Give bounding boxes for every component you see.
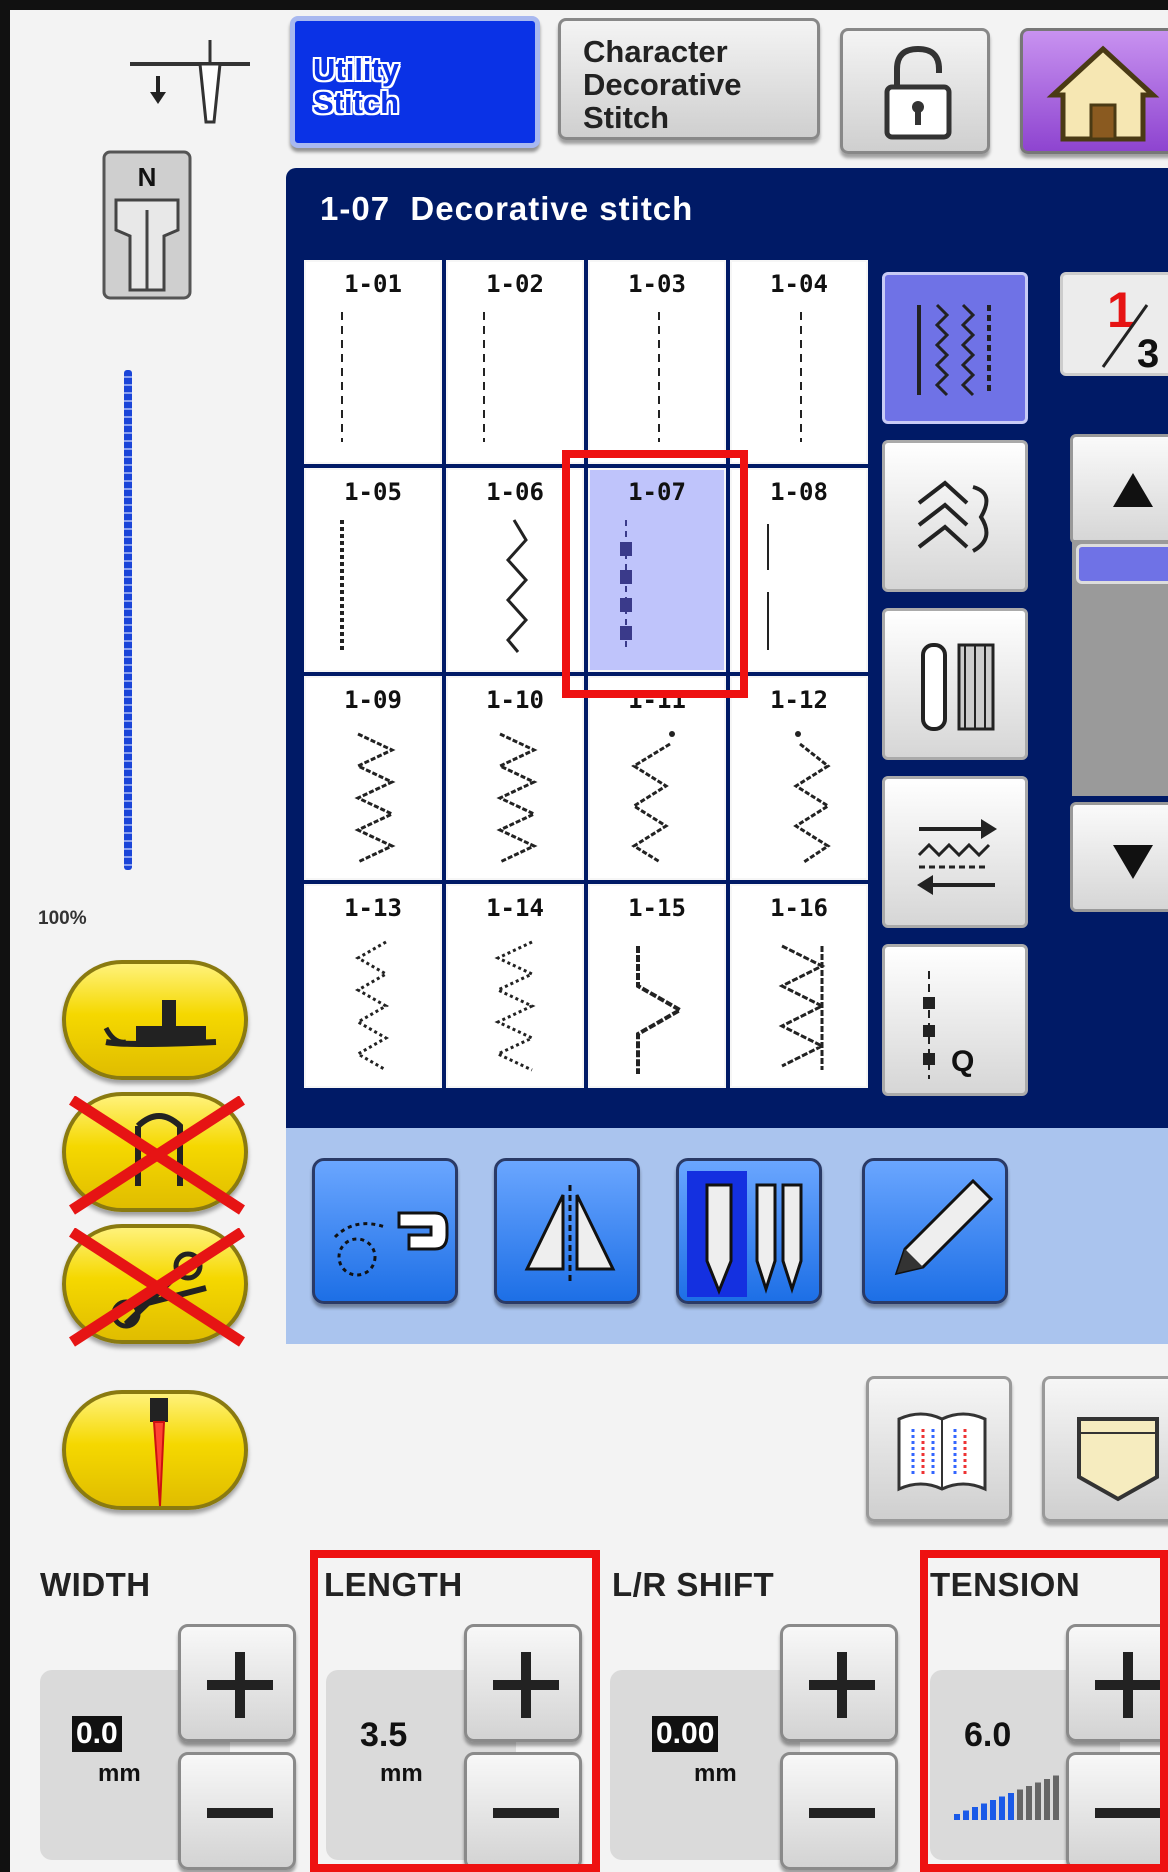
thread-cutter-disabled-button[interactable] xyxy=(62,1092,248,1215)
overcasting-stitch-icon xyxy=(354,940,390,1072)
zigzag-left-icon xyxy=(631,731,675,864)
stitch-tile[interactable]: 1-09 xyxy=(304,676,442,880)
stitch-tile[interactable]: 1-08 xyxy=(730,468,868,672)
quilt-label: Q xyxy=(951,1045,974,1078)
scissors-disabled-button[interactable] xyxy=(62,1224,248,1347)
straight-stitch-category-button[interactable] xyxy=(882,272,1028,424)
screen-lock-button[interactable] xyxy=(840,28,990,154)
pocket-memory-button[interactable] xyxy=(1042,1376,1168,1522)
scroll-down-button[interactable] xyxy=(1070,802,1168,912)
stitch-chart-button[interactable] xyxy=(866,1376,1012,1522)
free-motion-button[interactable] xyxy=(312,1158,458,1304)
overcasting-wide-icon xyxy=(636,946,685,1074)
lr-shift-value: 0.00 xyxy=(651,1716,719,1752)
plus-icon xyxy=(207,1652,273,1718)
home-icon xyxy=(1046,45,1160,142)
home-button[interactable] xyxy=(1020,28,1168,154)
decorative-stitch-icon xyxy=(917,480,989,553)
needle-threader-icon xyxy=(69,1096,245,1215)
straight-stitch-icon xyxy=(917,303,991,397)
stitch-tile[interactable]: 1-16 xyxy=(730,884,868,1088)
tab-utility-label: Utility Stitch xyxy=(313,52,400,120)
tab-character-decorative-stitch[interactable]: Character Decorative Stitch xyxy=(558,18,820,140)
up-arrow-icon xyxy=(1113,473,1153,507)
quilting-stitch-icon: Q xyxy=(923,971,974,1079)
lr-shift-decrease-button[interactable] xyxy=(780,1752,898,1870)
presser-foot-lift-button[interactable] xyxy=(62,960,248,1080)
zigzag-stitch-icon xyxy=(354,732,396,864)
svg-text:N: N xyxy=(138,162,157,192)
lr-shift-display: 0.00 mm xyxy=(610,1670,800,1860)
width-decrease-button[interactable] xyxy=(178,1752,296,1870)
quilting-stitch-category-button[interactable]: Q xyxy=(882,944,1028,1096)
mirror-image-button[interactable] xyxy=(494,1158,640,1304)
total-pages: 3 xyxy=(1137,332,1159,376)
presser-foot-n-icon: N xyxy=(102,150,192,300)
length-highlight xyxy=(310,1550,600,1872)
edit-pen-button[interactable] xyxy=(862,1158,1008,1304)
tension-highlight xyxy=(920,1550,1168,1872)
lr-shift-label: L/R SHIFT xyxy=(612,1566,775,1603)
down-arrow-icon xyxy=(1113,845,1153,879)
page-indicator: 1 3 xyxy=(1060,272,1168,376)
pocket-icon xyxy=(1077,1417,1159,1502)
reverse-stitch-category-button[interactable] xyxy=(882,776,1028,928)
stitch-tile[interactable]: 1-03 xyxy=(588,260,726,464)
chart-book-icon xyxy=(897,1412,987,1492)
stitch-tile[interactable]: 1-11 xyxy=(588,676,726,880)
straight-stitch-middle-icon xyxy=(800,312,802,442)
stitch-tile[interactable]: 1-02 xyxy=(446,260,584,464)
width-unit: mm xyxy=(98,1760,141,1787)
stitch-tile[interactable]: 1-10 xyxy=(446,676,584,880)
zigzag-right-icon xyxy=(793,731,831,864)
plus-icon xyxy=(809,1652,875,1718)
sewing-machine-screen: N 100% Utility Stitch Character Decorati… xyxy=(10,10,1168,1872)
stitch-tile[interactable]: 1-12 xyxy=(730,676,868,880)
tab-utility-stitch[interactable]: Utility Stitch xyxy=(290,16,540,148)
width-value: 0.0 xyxy=(72,1716,122,1752)
lr-shift-increase-button[interactable] xyxy=(780,1624,898,1742)
basting-stitch-icon xyxy=(767,524,769,650)
stitch-tile[interactable]: 1-04 xyxy=(730,260,868,464)
tab-character-label: Character Decorative Stitch xyxy=(583,34,742,135)
needle-position-icon xyxy=(130,40,250,130)
preview-zoom-label: 100% xyxy=(38,908,87,929)
stitch-tile[interactable]: 1-14 xyxy=(446,884,584,1088)
minus-icon xyxy=(809,1808,875,1818)
decorative-stitch-category-button[interactable] xyxy=(882,440,1028,592)
buttonhole-category-button[interactable] xyxy=(882,608,1028,760)
overcasting-stitch-icon xyxy=(494,940,536,1072)
stitch-tile[interactable]: 1-15 xyxy=(588,884,726,1088)
pen-icon xyxy=(894,1178,994,1276)
reverse-stitch-icon xyxy=(917,819,997,895)
lr-shift-unit: mm xyxy=(694,1760,737,1787)
straight-stitch-left-icon xyxy=(483,312,485,442)
scissors-icon xyxy=(69,1228,245,1347)
twin-needle-button[interactable] xyxy=(676,1158,822,1304)
buttonhole-icon xyxy=(921,643,995,731)
scrollbar-thumb[interactable] xyxy=(1076,544,1168,584)
width-label: WIDTH xyxy=(40,1566,151,1603)
presser-foot-lift-icon xyxy=(103,1000,217,1047)
straight-stitch-left-icon xyxy=(341,312,343,442)
overlock-stitch-icon xyxy=(778,944,826,1070)
selected-stitch-title: 1-07 Decorative stitch xyxy=(320,190,694,227)
stitch-tile[interactable]: 1-05 xyxy=(304,468,442,672)
stitch-preview-line xyxy=(124,370,132,870)
padlock-icon xyxy=(884,45,952,140)
minus-icon xyxy=(207,1808,273,1818)
width-increase-button[interactable] xyxy=(178,1624,296,1742)
stitch-tile[interactable]: 1-01 xyxy=(304,260,442,464)
twin-needle-icon xyxy=(687,1171,803,1297)
needle-down-icon xyxy=(150,1398,168,1507)
zigzag-stitch-icon xyxy=(496,732,538,864)
triple-stretch-stitch-icon xyxy=(340,520,344,650)
needle-position-button[interactable] xyxy=(62,1390,248,1510)
free-motion-icon xyxy=(333,1211,449,1277)
straight-stitch-middle-icon xyxy=(658,312,660,442)
stitch-tile[interactable]: 1-13 xyxy=(304,884,442,1088)
scroll-up-button[interactable] xyxy=(1070,434,1168,544)
mirror-icon xyxy=(524,1185,616,1283)
selected-stitch-highlight xyxy=(562,450,748,698)
